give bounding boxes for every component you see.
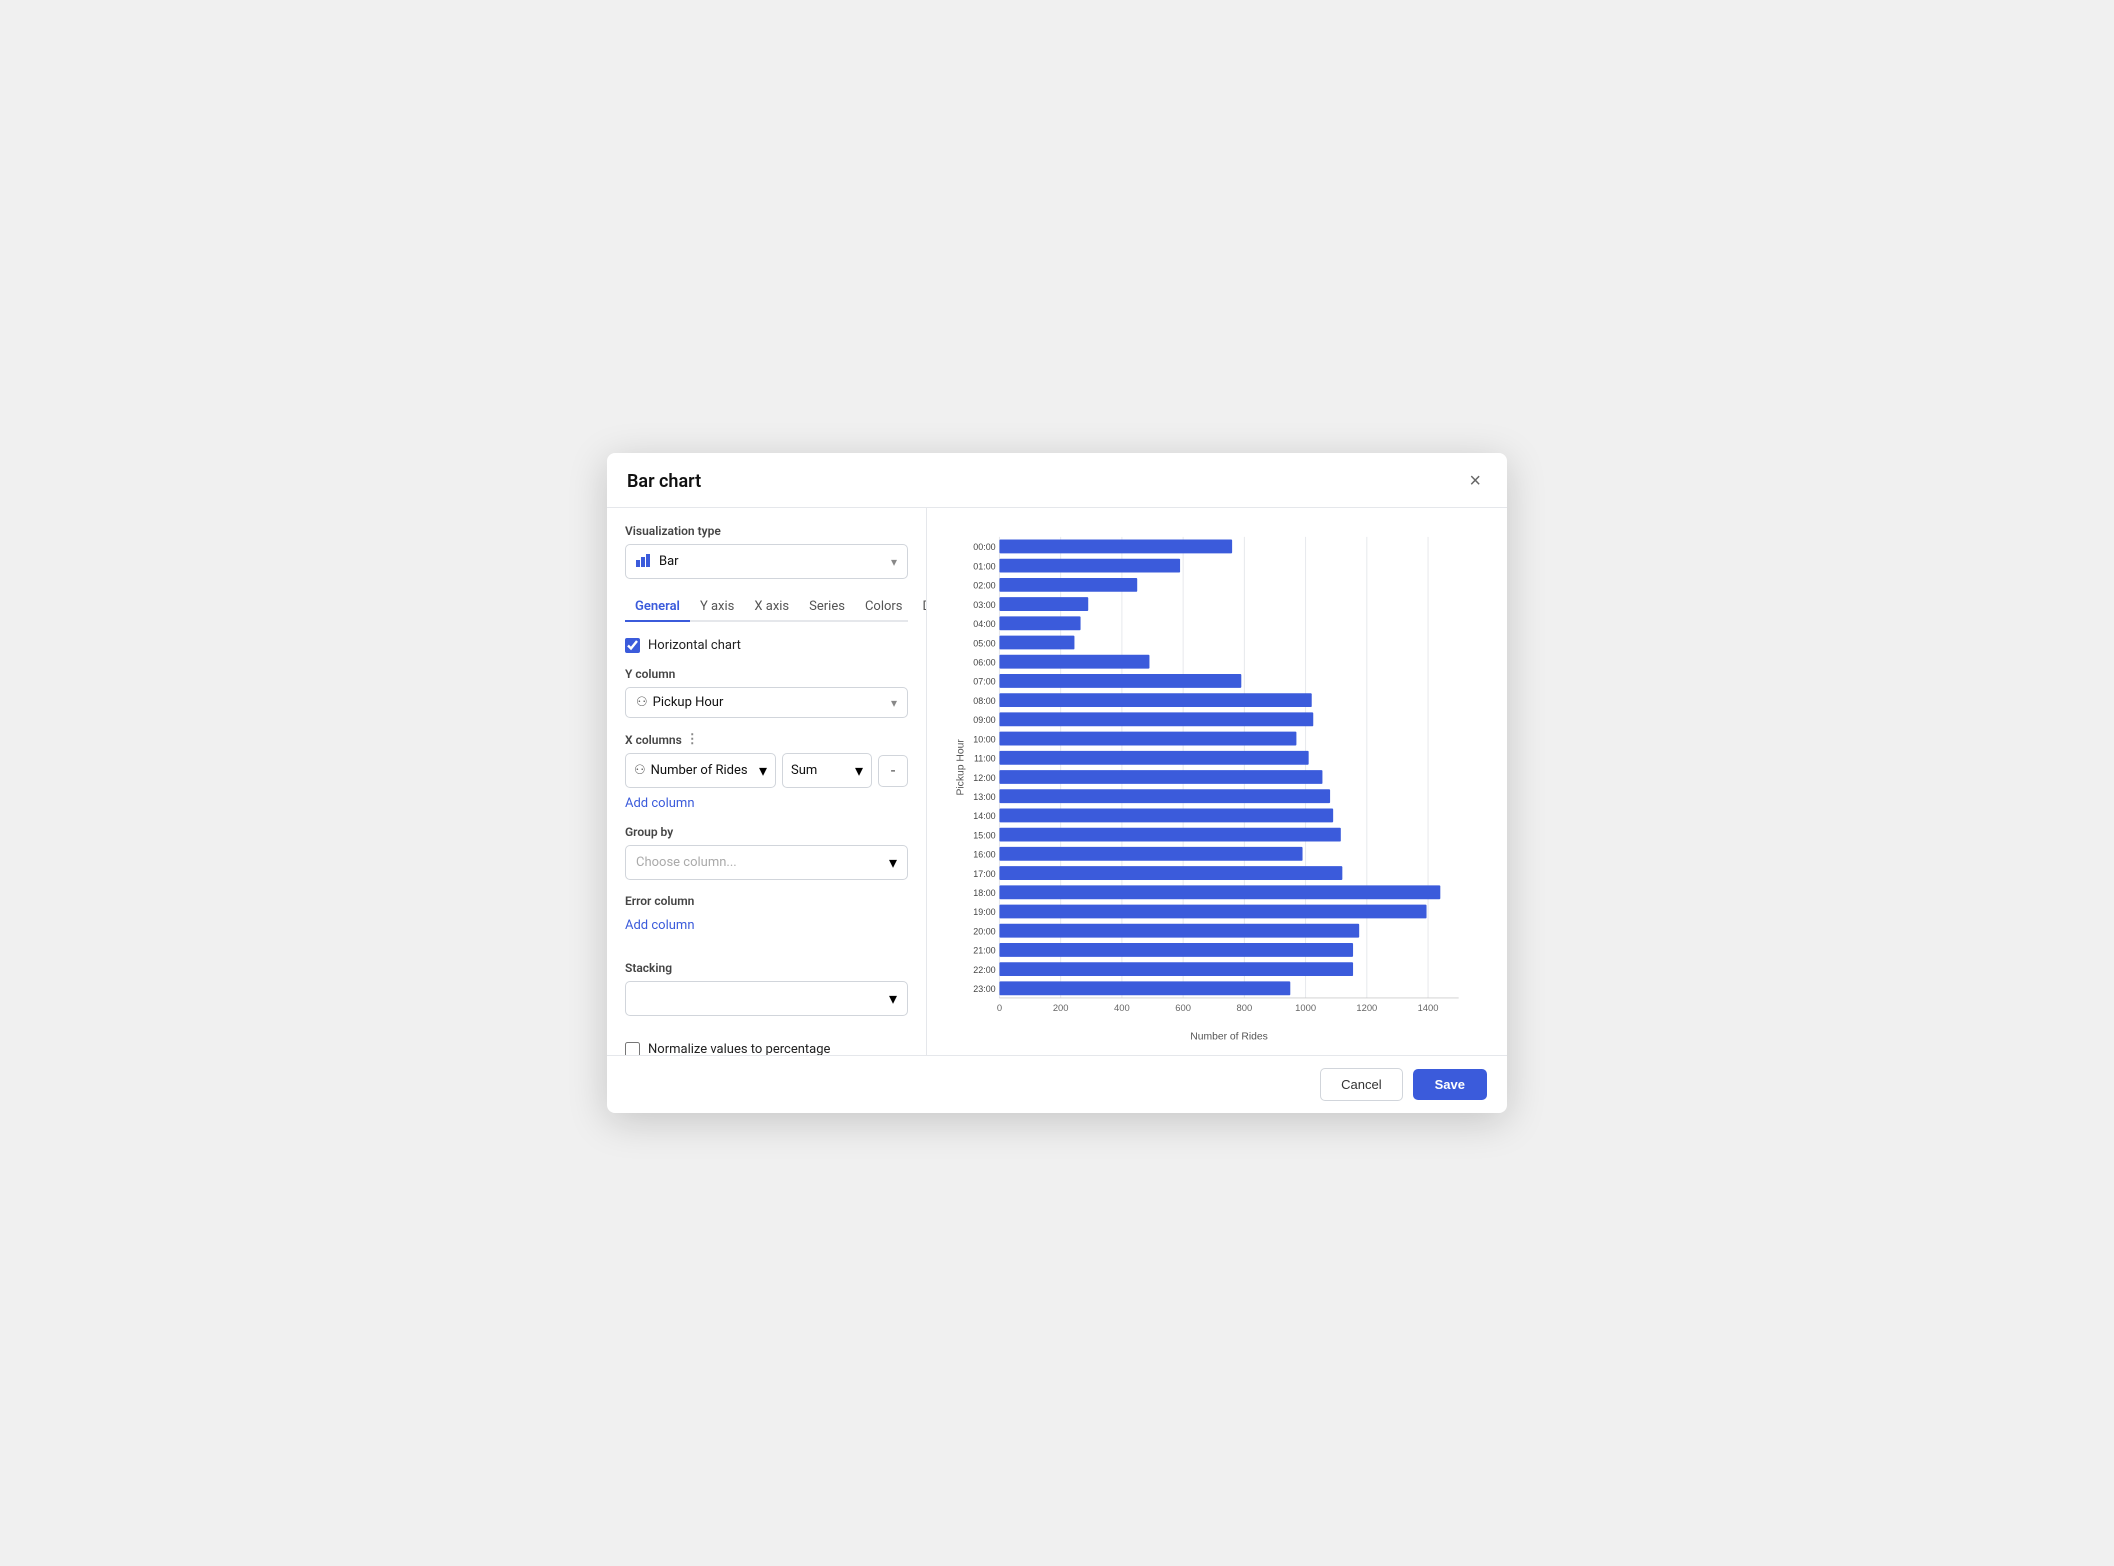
modal-body: Visualization type Bar ▾ General Y axis … bbox=[607, 508, 1507, 1055]
group-by-placeholder: Choose column... bbox=[636, 855, 889, 870]
group-by-chevron-icon: ▾ bbox=[889, 853, 897, 872]
modal-header: Bar chart × bbox=[607, 453, 1507, 508]
tab-dat[interactable]: Dat bbox=[913, 593, 927, 622]
x-col-dots-icon[interactable]: ⋮ bbox=[686, 732, 699, 747]
stacking-select[interactable]: ▾ bbox=[625, 981, 908, 1016]
svg-text:09:00: 09:00 bbox=[973, 715, 995, 725]
x-column-type-icon: ⚇ bbox=[634, 763, 646, 778]
svg-text:00:00: 00:00 bbox=[973, 542, 995, 552]
viz-type-select[interactable]: Bar ▾ bbox=[625, 544, 908, 579]
svg-text:800: 800 bbox=[1237, 1002, 1253, 1013]
svg-text:13:00: 13:00 bbox=[973, 792, 995, 802]
group-by-section: Group by Choose column... ▾ bbox=[625, 825, 908, 880]
svg-text:1200: 1200 bbox=[1356, 1002, 1377, 1013]
svg-text:14:00: 14:00 bbox=[973, 811, 995, 821]
svg-text:08:00: 08:00 bbox=[973, 696, 995, 706]
horizontal-chart-row: Horizontal chart bbox=[625, 638, 908, 653]
settings-tabs: General Y axis X axis Series Colors Dat … bbox=[625, 593, 908, 622]
svg-text:Number of Rides: Number of Rides bbox=[1190, 1031, 1268, 1042]
svg-text:400: 400 bbox=[1114, 1002, 1130, 1013]
y-column-chevron-icon: ▾ bbox=[891, 696, 897, 710]
tab-general[interactable]: General bbox=[625, 593, 690, 622]
add-error-column-link[interactable]: Add column bbox=[625, 918, 695, 933]
svg-text:18:00: 18:00 bbox=[973, 888, 995, 898]
svg-text:10:00: 10:00 bbox=[973, 734, 995, 744]
tab-series[interactable]: Series bbox=[799, 593, 855, 622]
viz-type-label: Visualization type bbox=[625, 524, 908, 538]
svg-text:200: 200 bbox=[1053, 1002, 1069, 1013]
x-column-select[interactable]: ⚇ Number of Rides ▾ bbox=[625, 753, 776, 788]
y-column-type-icon: ⚇ bbox=[636, 695, 648, 710]
svg-text:1400: 1400 bbox=[1418, 1002, 1439, 1013]
svg-text:Pickup Hour: Pickup Hour bbox=[956, 739, 967, 796]
y-column-select[interactable]: ⚇ Pickup Hour ▾ bbox=[625, 687, 908, 718]
remove-x-column-button[interactable]: - bbox=[878, 755, 908, 787]
x-agg-select[interactable]: Sum ▾ bbox=[782, 753, 872, 788]
normalize-label: Normalize values to percentage bbox=[648, 1042, 830, 1055]
modal: Bar chart × Visualization type Bar ▾ Gen… bbox=[607, 453, 1507, 1113]
right-panel: Pickup Hour Number of Rides 0 200 400 600 800 1… bbox=[927, 508, 1507, 1055]
add-x-column-link[interactable]: Add column bbox=[625, 796, 908, 811]
stacking-label: Stacking bbox=[625, 961, 908, 975]
left-panel: Visualization type Bar ▾ General Y axis … bbox=[607, 508, 927, 1055]
svg-text:17:00: 17:00 bbox=[973, 869, 995, 879]
y-column-label: Y column bbox=[625, 667, 908, 681]
svg-text:23:00: 23:00 bbox=[973, 984, 995, 994]
modal-footer: Cancel Save bbox=[607, 1055, 1507, 1113]
svg-text:600: 600 bbox=[1175, 1002, 1191, 1013]
viz-type-chevron-icon: ▾ bbox=[891, 555, 897, 569]
bar-chart-icon bbox=[636, 552, 652, 571]
tab-yaxis[interactable]: Y axis bbox=[690, 593, 744, 622]
horizontal-chart-checkbox[interactable] bbox=[625, 638, 640, 653]
normalize-checkbox[interactable] bbox=[625, 1042, 640, 1055]
cancel-button[interactable]: Cancel bbox=[1320, 1068, 1402, 1101]
tab-colors[interactable]: Colors bbox=[855, 593, 913, 622]
bar-chart-svg: Pickup Hour Number of Rides 0 200 400 600 800 1… bbox=[937, 518, 1491, 1045]
svg-text:07:00: 07:00 bbox=[973, 677, 995, 687]
svg-text:01:00: 01:00 bbox=[973, 561, 995, 571]
stacking-section: Stacking ▾ bbox=[625, 961, 908, 1028]
svg-text:04:00: 04:00 bbox=[973, 619, 995, 629]
save-button[interactable]: Save bbox=[1413, 1069, 1487, 1100]
svg-text:06:00: 06:00 bbox=[973, 657, 995, 667]
x-columns-label: X columns ⋮ bbox=[625, 732, 908, 747]
close-button[interactable]: × bbox=[1463, 469, 1487, 493]
svg-text:12:00: 12:00 bbox=[973, 773, 995, 783]
svg-text:22:00: 22:00 bbox=[973, 965, 995, 975]
viz-type-value: Bar bbox=[659, 554, 891, 569]
svg-text:11:00: 11:00 bbox=[974, 754, 996, 764]
svg-text:02:00: 02:00 bbox=[973, 581, 995, 591]
svg-text:1000: 1000 bbox=[1295, 1002, 1316, 1013]
svg-text:19:00: 19:00 bbox=[973, 907, 995, 917]
x-agg-chevron-icon: ▾ bbox=[855, 761, 863, 780]
normalize-row: Normalize values to percentage bbox=[625, 1042, 908, 1055]
svg-text:0: 0 bbox=[997, 1002, 1002, 1013]
svg-text:20:00: 20:00 bbox=[973, 926, 995, 936]
svg-text:16:00: 16:00 bbox=[973, 850, 995, 860]
svg-text:21:00: 21:00 bbox=[973, 946, 995, 956]
error-column-section: Error column Add column bbox=[625, 894, 908, 947]
group-by-label: Group by bbox=[625, 825, 908, 839]
x-agg-value: Sum bbox=[791, 763, 855, 778]
chart-area: Pickup Hour Number of Rides 0 200 400 600 800 1… bbox=[937, 518, 1491, 1045]
y-column-value: Pickup Hour bbox=[653, 695, 891, 710]
svg-text:15:00: 15:00 bbox=[973, 830, 995, 840]
svg-text:05:00: 05:00 bbox=[973, 638, 995, 648]
x-column-row: ⚇ Number of Rides ▾ Sum ▾ - bbox=[625, 753, 908, 788]
x-column-value: Number of Rides bbox=[651, 763, 759, 778]
modal-title: Bar chart bbox=[627, 471, 701, 492]
svg-text:03:00: 03:00 bbox=[973, 600, 995, 610]
stacking-chevron-icon: ▾ bbox=[889, 989, 897, 1008]
group-by-select[interactable]: Choose column... ▾ bbox=[625, 845, 908, 880]
horizontal-chart-label: Horizontal chart bbox=[648, 638, 741, 653]
x-column-chevron-icon: ▾ bbox=[759, 761, 767, 780]
error-column-label: Error column bbox=[625, 894, 908, 908]
tab-xaxis[interactable]: X axis bbox=[744, 593, 799, 622]
